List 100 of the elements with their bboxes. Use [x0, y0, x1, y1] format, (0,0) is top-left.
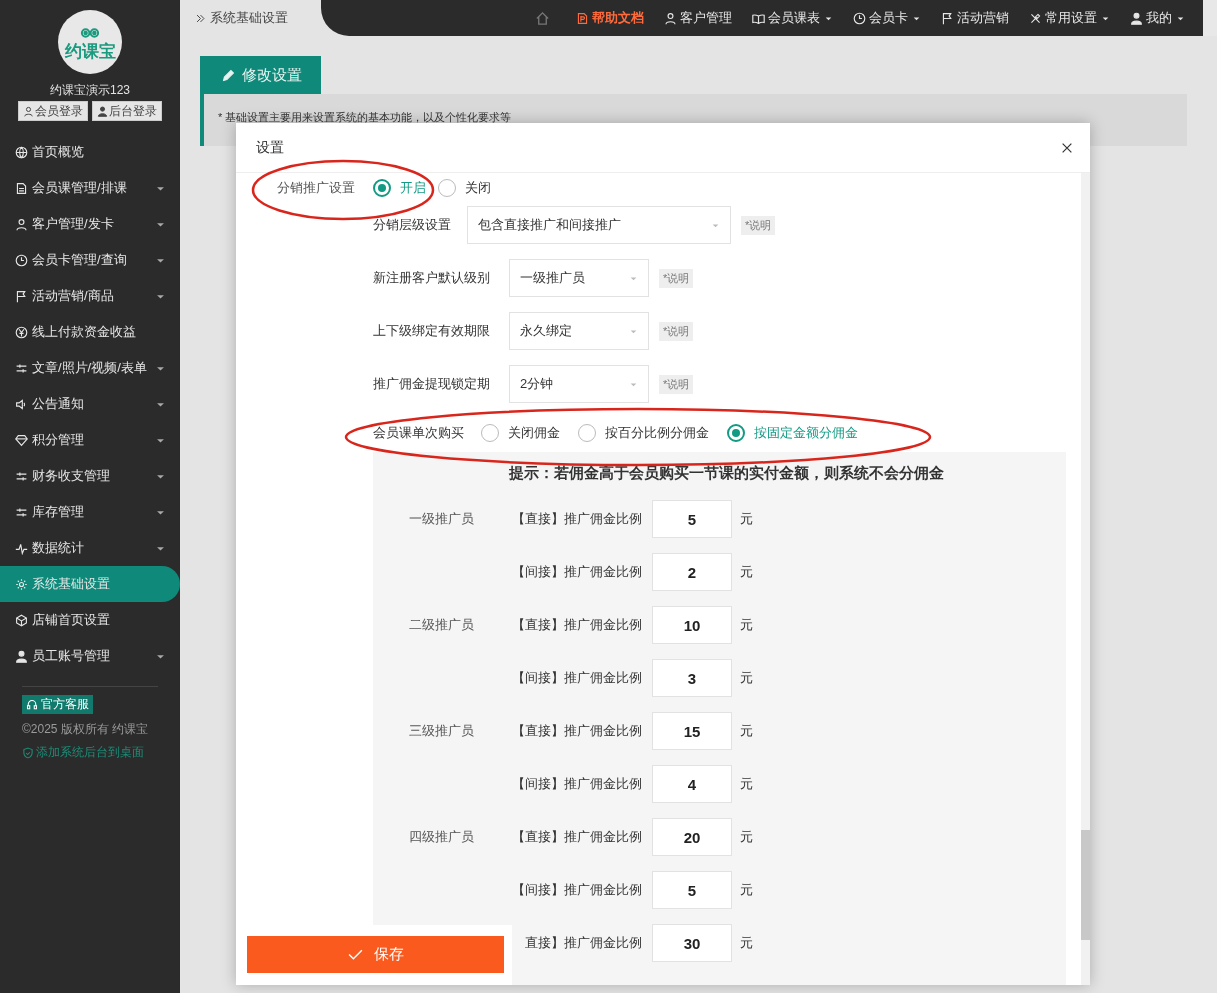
unit-label: 元	[740, 563, 754, 581]
amount-field[interactable]: 5	[652, 500, 732, 538]
login-button[interactable]: 后台登录	[92, 101, 162, 121]
notice-text: * 基础设置主要用来设置系统的基本功能，以及个性化要求等	[217, 110, 513, 124]
level-name: 三级推广员	[408, 722, 475, 740]
person-icon	[1130, 11, 1143, 25]
sidebar-item[interactable]: 员工账号管理	[0, 638, 180, 674]
field-label: 【间接】推广佣金比例	[511, 669, 642, 687]
sidebar-item[interactable]: 首页概览	[0, 134, 180, 170]
user-icon	[664, 11, 677, 25]
field-label: 【直接】推广佣金比例	[511, 722, 642, 740]
person-icon	[97, 105, 108, 117]
tip-text: 提示：若佣金高于会员购买一节课的实付金额，则系统不会分佣金	[508, 463, 945, 483]
unit-label: 元	[740, 722, 754, 740]
sidebar-item[interactable]: 会员课管理/排课	[0, 170, 180, 206]
level-name: 二级推广员	[408, 616, 475, 634]
gear-icon	[15, 577, 28, 591]
amount-field[interactable]: 4	[652, 765, 732, 803]
unit-label: 元	[740, 934, 754, 952]
radio-option[interactable]: 按百分比例分佣金	[578, 424, 709, 442]
radio-option[interactable]: 关闭	[438, 179, 491, 197]
nav-item[interactable]: 帮助文档	[576, 9, 644, 27]
field-label: 【直接】推广佣金比例	[511, 510, 642, 528]
field-label: 直接】推广佣金比例	[524, 934, 642, 952]
account-name: 约课宝演示123	[49, 83, 131, 98]
amount-field[interactable]: 3	[652, 659, 732, 697]
info-tag: *说明	[659, 374, 694, 394]
support-badge[interactable]: 官方客服	[22, 695, 93, 714]
unit-label: 元	[740, 881, 754, 899]
nav-item[interactable]: 我的	[1130, 9, 1185, 27]
document-icon	[15, 181, 28, 195]
nav-item[interactable]: 活动营销	[941, 9, 1009, 27]
amount-field[interactable]: 10	[652, 606, 732, 644]
amount-field[interactable]: 30	[652, 924, 732, 962]
unit-label: 元	[740, 775, 754, 793]
nav-item[interactable]: 会员卡	[853, 9, 921, 27]
sidebar-item[interactable]: 文章/照片/视频/表单	[0, 350, 180, 386]
login-button[interactable]: 会员登录	[18, 101, 88, 121]
logo-text: 约课宝	[64, 43, 116, 61]
radio-option[interactable]: 开启	[373, 179, 426, 197]
select-field[interactable]: 一级推广员	[509, 259, 649, 297]
select-field[interactable]: 2分钟	[509, 365, 649, 403]
flag-icon	[941, 11, 954, 25]
field-label: 分销推广设置	[277, 179, 356, 197]
dialog-title: 设置	[256, 138, 284, 157]
amount-field[interactable]: 2	[652, 553, 732, 591]
nav-item[interactable]: 常用设置	[1029, 9, 1110, 27]
clock-icon	[853, 11, 866, 25]
field-label: 【间接】推广佣金比例	[511, 881, 642, 899]
info-tag: *说明	[659, 268, 694, 288]
person-icon	[15, 649, 28, 663]
amount-field[interactable]: 20	[652, 818, 732, 856]
sidebar-item[interactable]: 积分管理	[0, 422, 180, 458]
sliders-icon	[15, 469, 28, 483]
sidebar-item[interactable]: 线上付款资金收益	[0, 314, 180, 350]
sidebar-item[interactable]: 财务收支管理	[0, 458, 180, 494]
select-field[interactable]: 永久绑定	[509, 312, 649, 350]
unit-label: 元	[740, 828, 754, 846]
amount-field[interactable]: 5	[652, 871, 732, 909]
unit-label: 元	[740, 616, 754, 634]
shield-icon	[22, 746, 34, 759]
sidebar-item[interactable]: 客户管理/发卡	[0, 206, 180, 242]
headset-icon	[26, 698, 38, 711]
sliders-icon	[15, 361, 28, 375]
tools-icon	[1029, 11, 1042, 25]
pencil-icon	[222, 68, 235, 82]
document-icon	[576, 11, 589, 25]
yen-icon	[15, 325, 28, 339]
user-icon	[23, 105, 34, 117]
unit-label: 元	[740, 669, 754, 687]
double-chevron-icon	[195, 12, 206, 24]
field-label: 【间接】推广佣金比例	[511, 563, 642, 581]
edit-settings-tab[interactable]: 修改设置	[200, 56, 321, 94]
sliders-icon	[15, 505, 28, 519]
field-label: 【直接】推广佣金比例	[511, 616, 642, 634]
unit-label: 元	[740, 510, 754, 528]
clock-icon	[15, 253, 28, 267]
field-label: 推广佣金提现锁定期	[373, 375, 491, 393]
add-to-desktop-link[interactable]: 添加系统后台到桌面	[22, 744, 180, 761]
nav-item[interactable]: 客户管理	[664, 9, 732, 27]
sidebar-item[interactable]: 会员卡管理/查询	[0, 242, 180, 278]
sidebar-item[interactable]: 库存管理	[0, 494, 180, 530]
sidebar-item[interactable]: 公告通知	[0, 386, 180, 422]
diamond-icon	[15, 433, 28, 447]
field-label: 上下级绑定有效期限	[373, 322, 491, 340]
copyright-text: ©2025 版权所有 约课宝	[22, 721, 150, 738]
sidebar-item[interactable]: 活动营销/商品	[0, 278, 180, 314]
select-field[interactable]: 包含直接推广和间接推广	[467, 206, 731, 244]
nav-item[interactable]: 会员课表	[752, 9, 833, 27]
sidebar-item[interactable]: 店铺首页设置	[0, 602, 180, 638]
radio-option[interactable]: 关闭佣金	[481, 424, 560, 442]
sidebar-item[interactable]: 数据统计	[0, 530, 180, 566]
radio-option[interactable]: 按固定金额分佣金	[727, 424, 858, 442]
field-label: 会员课单次购买	[373, 424, 465, 442]
breadcrumb: 系统基础设置	[195, 9, 288, 27]
sidebar-item[interactable]: 系统基础设置	[0, 566, 180, 602]
amount-field[interactable]: 15	[652, 712, 732, 750]
flag-icon	[15, 289, 28, 303]
info-tag: *说明	[659, 321, 694, 341]
field-label: 【直接】推广佣金比例	[511, 828, 642, 846]
